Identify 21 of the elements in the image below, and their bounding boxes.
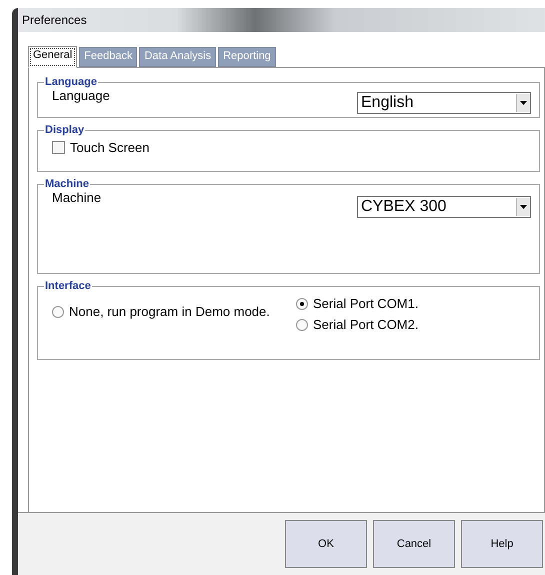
radio-option[interactable]: Serial Port COM2.	[296, 317, 418, 332]
group-title: Interface	[44, 280, 92, 292]
machine-dropdown[interactable]: CYBEX 300	[357, 196, 531, 218]
dialog-button[interactable]: Help	[461, 520, 543, 568]
group-title: Language	[44, 76, 98, 88]
field-label: Machine	[52, 190, 102, 205]
dialog-button[interactable]: Cancel	[373, 520, 455, 568]
group-title: Machine	[44, 178, 90, 190]
window-title: Preferences	[22, 13, 87, 27]
radio-option[interactable]: Serial Port COM1.	[296, 296, 418, 311]
radio-button[interactable]	[296, 298, 308, 310]
tab[interactable]: General	[28, 46, 78, 68]
group-title: Display	[44, 124, 86, 136]
radio-option[interactable]: None, run program in Demo mode.	[52, 304, 296, 319]
checkbox[interactable]	[52, 141, 65, 154]
field-label: Language	[52, 88, 110, 103]
touch-screen-checkbox[interactable]: Touch Screen	[52, 140, 531, 155]
radio-button[interactable]	[296, 318, 308, 330]
radio-button[interactable]	[52, 306, 64, 318]
dialog-button[interactable]: OK	[285, 520, 367, 568]
language-dropdown[interactable]: English	[357, 92, 531, 114]
